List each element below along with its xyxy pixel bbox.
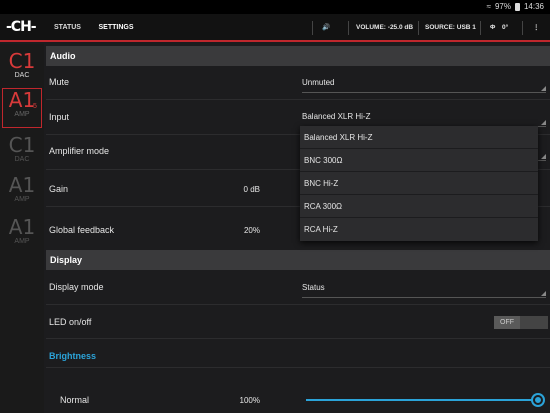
phase-icon[interactable]: Φ [490, 14, 495, 42]
display-mode-label: Display mode [49, 282, 104, 292]
tab-status[interactable]: STATUS [45, 14, 90, 42]
mute-value: Unmuted [302, 78, 335, 87]
divider [46, 338, 550, 339]
divider [46, 367, 550, 368]
input-option-rca-300[interactable]: RCA 300Ω [300, 195, 538, 218]
channel-type: DAC [14, 72, 30, 79]
section-display-header: Display [46, 250, 550, 270]
volume-icon[interactable]: 🔊 [322, 14, 330, 42]
app-logo: -CH- [6, 19, 37, 35]
clock: 14:36 [523, 2, 544, 11]
channel-type: AMP [14, 196, 30, 203]
channel-a1-amp-selected[interactable]: A1 5 AMP [2, 88, 42, 128]
global-feedback-value: 20% [243, 226, 260, 235]
battery-percent: 97% [494, 2, 511, 11]
mute-label: Mute [49, 77, 70, 87]
source-readout[interactable]: SOURCE: USB 1 [425, 14, 476, 42]
dropdown-arrow-icon [541, 291, 546, 296]
input-value: Balanced XLR Hi-Z [302, 112, 371, 121]
gain-label: Gain [49, 184, 69, 194]
led-label: LED on/off [49, 317, 92, 327]
slider-thumb[interactable] [533, 395, 543, 405]
input-label: Input [49, 112, 70, 122]
section-audio-header: Audio [46, 46, 550, 66]
dropdown-arrow-icon [541, 154, 546, 159]
divider [46, 304, 550, 305]
dropdown-arrow-icon [541, 86, 546, 91]
channel-a1-amp[interactable]: A1 AMP [2, 216, 42, 246]
input-option-rca-hi-z[interactable]: RCA Hi-Z [300, 218, 538, 241]
channel-type: DAC [14, 156, 30, 163]
input-dropdown[interactable]: Balanced XLR Hi-Z [302, 111, 546, 127]
channel-index: 5 [33, 103, 37, 110]
normal-brightness-label: Normal [60, 395, 90, 405]
amp-mode-label: Amplifier mode [49, 146, 110, 156]
channel-c1-dac[interactable]: C1 DAC [2, 50, 42, 80]
channel-name: A1 [8, 215, 36, 239]
global-feedback-label: Global feedback [49, 225, 115, 235]
volume-readout[interactable]: VOLUME: -25.0 dB [356, 14, 413, 42]
channel-a1-amp[interactable]: A1 AMP [2, 174, 42, 204]
phase-readout[interactable]: 0° [502, 14, 508, 42]
overflow-menu-icon[interactable]: ⋮ [533, 14, 540, 42]
brightness-header: Brightness [49, 351, 97, 361]
divider [522, 21, 523, 35]
system-status-bar: ≈ 97% 14:36 [0, 0, 550, 14]
divider [418, 21, 419, 35]
mute-dropdown[interactable]: Unmuted [302, 77, 546, 93]
channel-sidebar: C1 DAC A1 5 AMP C1 DAC A1 AMP A1 AMP [0, 44, 44, 413]
divider [348, 21, 349, 35]
input-dropdown-menu: Balanced XLR Hi-Z BNC 300Ω BNC Hi-Z RCA … [300, 126, 538, 241]
led-toggle-state: OFF [494, 316, 520, 329]
wifi-icon: ≈ [486, 2, 491, 11]
normal-brightness-value: 100% [239, 396, 260, 405]
dropdown-arrow-icon [541, 120, 546, 125]
app-bar: -CH- STATUS SETTINGS 🔊 VOLUME: -25.0 dB … [0, 14, 550, 42]
input-option-balanced-xlr-hi-z[interactable]: Balanced XLR Hi-Z [300, 126, 538, 149]
channel-type: AMP [14, 111, 30, 118]
input-option-bnc-hi-z[interactable]: BNC Hi-Z [300, 172, 538, 195]
display-mode-value: Status [302, 283, 325, 292]
divider [46, 99, 550, 100]
tab-settings[interactable]: SETTINGS [92, 14, 140, 42]
led-toggle[interactable]: OFF [494, 316, 548, 329]
battery-icon [514, 2, 520, 11]
channel-c1-dac[interactable]: C1 DAC [2, 134, 42, 164]
input-option-bnc-300[interactable]: BNC 300Ω [300, 149, 538, 172]
gain-value: 0 dB [243, 185, 260, 194]
divider [312, 21, 313, 35]
normal-brightness-slider[interactable] [306, 399, 538, 401]
channel-name: C1 [8, 133, 36, 157]
channel-name: C1 [8, 49, 36, 73]
divider [480, 21, 481, 35]
channel-name: A1 [8, 173, 36, 197]
display-mode-dropdown[interactable]: Status [302, 282, 546, 298]
channel-type: AMP [14, 238, 30, 245]
